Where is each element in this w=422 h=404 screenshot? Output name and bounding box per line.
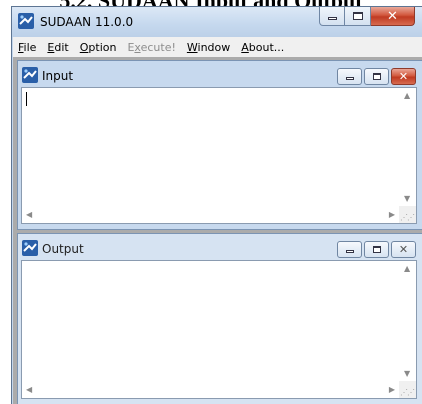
scroll-up-arrow-icon[interactable]: ▲ bbox=[404, 91, 410, 100]
resize-grip-icon[interactable]: ⋰⋰ bbox=[399, 381, 416, 398]
output-vertical-scrollbar[interactable]: ▲ ▼ bbox=[399, 261, 416, 381]
menu-window[interactable]: Window bbox=[187, 40, 230, 55]
output-horizontal-scrollbar[interactable]: ◀ ▶ bbox=[22, 381, 399, 398]
scroll-right-arrow-icon[interactable]: ▶ bbox=[389, 210, 395, 219]
maximize-icon bbox=[352, 12, 363, 20]
input-editor[interactable]: ▲ ▼ ◀ ▶ ⋰⋰ bbox=[21, 87, 417, 224]
close-icon: ✕ bbox=[398, 70, 409, 83]
input-window-title: Input bbox=[42, 69, 74, 83]
scroll-down-arrow-icon[interactable]: ▼ bbox=[404, 369, 410, 378]
mdi-workspace: Input ✕ ▲ ▼ ◀ ▶ ⋰⋰ Output ✕ ▲ ▼ ◀ ▶ ⋰⋰ bbox=[13, 57, 422, 404]
input-horizontal-scrollbar[interactable]: ◀ ▶ bbox=[22, 206, 399, 223]
app-maximize-button[interactable] bbox=[345, 7, 371, 26]
menu-option[interactable]: Option bbox=[80, 40, 117, 55]
scroll-down-arrow-icon[interactable]: ▼ bbox=[404, 194, 410, 203]
menu-execute[interactable]: Execute! bbox=[127, 40, 175, 55]
output-window-titlebar[interactable]: Output ✕ bbox=[18, 234, 422, 258]
scroll-left-arrow-icon[interactable]: ◀ bbox=[26, 210, 32, 219]
close-icon: ✕ bbox=[387, 8, 398, 24]
output-maximize-button[interactable] bbox=[364, 241, 389, 258]
scroll-left-arrow-icon[interactable]: ◀ bbox=[26, 385, 32, 394]
input-maximize-button[interactable] bbox=[364, 68, 389, 85]
app-titlebar[interactable]: SUDAAN 11.0.0 ✕ bbox=[12, 7, 422, 37]
output-window: Output ✕ ▲ ▼ ◀ ▶ ⋰⋰ bbox=[17, 233, 422, 404]
menu-edit[interactable]: Edit bbox=[47, 40, 68, 55]
app-minimize-button[interactable] bbox=[319, 7, 345, 26]
menu-bar: File Edit Option Execute! Window About..… bbox=[13, 37, 422, 57]
scroll-up-arrow-icon[interactable]: ▲ bbox=[404, 264, 410, 273]
output-minimize-button[interactable] bbox=[337, 241, 362, 258]
output-window-controls: ✕ bbox=[337, 241, 416, 258]
input-window-controls: ✕ bbox=[337, 68, 416, 85]
menu-file[interactable]: File bbox=[18, 40, 36, 55]
app-title: SUDAAN 11.0.0 bbox=[40, 15, 134, 29]
output-close-button[interactable]: ✕ bbox=[391, 241, 416, 258]
app-close-button[interactable]: ✕ bbox=[371, 7, 415, 26]
minimize-icon bbox=[345, 77, 354, 80]
menu-about[interactable]: About... bbox=[241, 40, 284, 55]
app-window-controls: ✕ bbox=[319, 7, 415, 27]
input-close-button[interactable]: ✕ bbox=[391, 68, 416, 85]
text-caret bbox=[26, 92, 27, 106]
maximize-icon bbox=[372, 246, 381, 253]
output-window-title: Output bbox=[42, 242, 84, 256]
resize-grip-icon[interactable]: ⋰⋰ bbox=[399, 206, 416, 223]
input-vertical-scrollbar[interactable]: ▲ ▼ bbox=[399, 88, 416, 206]
output-viewer[interactable]: ▲ ▼ ◀ ▶ ⋰⋰ bbox=[21, 260, 417, 399]
input-minimize-button[interactable] bbox=[337, 68, 362, 85]
minimize-icon bbox=[345, 250, 354, 253]
close-icon: ✕ bbox=[398, 243, 409, 256]
maximize-icon bbox=[372, 73, 381, 80]
input-window-titlebar[interactable]: Input ✕ bbox=[18, 61, 422, 85]
minimize-icon bbox=[327, 17, 337, 20]
scroll-right-arrow-icon[interactable]: ▶ bbox=[389, 385, 395, 394]
input-window: Input ✕ ▲ ▼ ◀ ▶ ⋰⋰ bbox=[17, 60, 422, 230]
sudaan-app-icon bbox=[18, 13, 34, 29]
sudaan-app-window: SUDAAN 11.0.0 ✕ File Edit Option Execute… bbox=[11, 6, 422, 404]
sudaan-doc-icon bbox=[22, 67, 38, 83]
sudaan-doc-icon bbox=[22, 240, 38, 256]
